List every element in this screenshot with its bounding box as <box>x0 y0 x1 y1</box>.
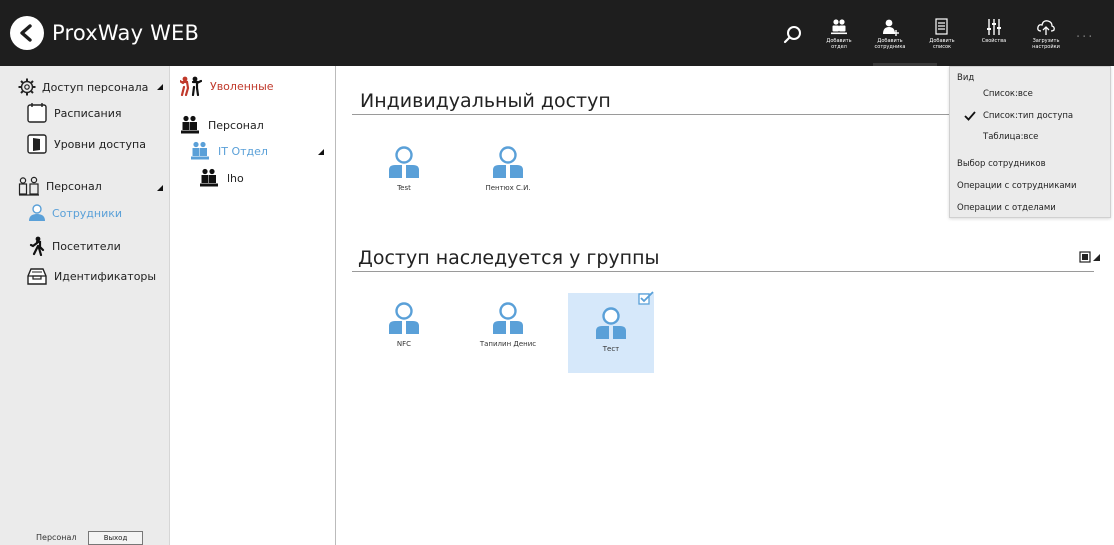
nav-label-identifiers: Идентификаторы <box>54 269 157 283</box>
department-icon <box>191 141 209 160</box>
nav-label-schedules: Расписания <box>54 106 122 120</box>
expand-staff-access-icon[interactable] <box>157 84 163 90</box>
add-employee-button[interactable]: Добавить сотрудника <box>870 18 910 62</box>
person-icon <box>493 302 523 334</box>
expand-it-department-icon[interactable] <box>318 149 324 155</box>
panel-toggle-icon <box>1079 251 1100 263</box>
brand: ProxWay WEB <box>10 16 199 50</box>
group-access-title: Доступ наследуется у группы <box>358 247 660 269</box>
nav-item-schedules[interactable]: Расписания <box>26 102 122 124</box>
back-button[interactable] <box>10 16 44 50</box>
id-tray-icon <box>26 266 48 286</box>
properties-button[interactable]: Свойства <box>974 18 1014 62</box>
nav-label-staff-access: Доступ персонала <box>42 80 149 94</box>
app-window: ProxWay WEB Добавить отдел Добавить сотр… <box>0 0 1114 545</box>
tree-label-fired: Уволенные <box>210 79 274 93</box>
nav-item-access-levels[interactable]: Уровни доступа <box>26 133 146 155</box>
individual-access-divider <box>352 114 952 115</box>
tree-item-lho[interactable]: lho <box>199 168 244 188</box>
tree-item-it-department[interactable]: IT Отдел <box>190 141 268 161</box>
tree-label-personnel: Персонал <box>208 118 264 132</box>
nav-item-visitors[interactable]: Посетители <box>28 236 121 256</box>
department-icon <box>200 168 218 187</box>
person-card[interactable]: Пентюх С.И. <box>465 132 551 212</box>
nav-item-personnel[interactable]: Персонал <box>18 175 102 197</box>
tree-item-personnel[interactable]: Персонал <box>180 115 264 135</box>
group-access-divider <box>352 271 1094 272</box>
menu-employee-operations[interactable]: Операции с сотрудниками <box>957 181 1076 191</box>
properties-label: Свойства <box>981 38 1007 44</box>
add-department-icon <box>831 19 847 35</box>
gear-icon <box>18 78 36 96</box>
department-icon <box>181 115 199 134</box>
menu-select-employees[interactable]: Выбор сотрудников <box>957 159 1046 169</box>
add-employee-icon <box>883 19 899 36</box>
tree-item-fired[interactable]: Уволенные <box>180 76 274 96</box>
checkbox-checked-icon[interactable] <box>638 291 654 305</box>
nav-label-access-levels: Уровни доступа <box>54 137 146 151</box>
calendar-icon <box>26 102 48 124</box>
door-icon <box>26 133 48 155</box>
view-option-list-access-type[interactable]: Список:тип доступа <box>983 111 1073 121</box>
person-name: Тест <box>602 345 620 353</box>
upload-settings-button[interactable]: Загрузить настройки <box>1026 18 1066 62</box>
checkmark-icon <box>964 111 976 121</box>
nav-item-employees[interactable]: Сотрудники <box>28 204 122 222</box>
person-name: Пентюх С.И. <box>485 184 531 192</box>
app-title: ProxWay WEB <box>52 21 200 45</box>
view-menu: Вид Список:все Список:тип доступа Таблиц… <box>949 66 1111 218</box>
view-option-list-all[interactable]: Список:все <box>983 89 1033 99</box>
nav-item-identifiers[interactable]: Идентификаторы <box>26 266 156 286</box>
exit-button[interactable]: Выход <box>88 531 143 545</box>
department-tree <box>170 66 336 545</box>
person-card[interactable]: Тапилин Денис <box>465 288 551 368</box>
top-bar: ProxWay WEB Добавить отдел Добавить сотр… <box>0 0 1114 66</box>
person-icon <box>596 307 626 339</box>
tree-label-it-department: IT Отдел <box>218 144 268 158</box>
add-employee-label: Добавить сотрудника <box>874 38 906 50</box>
view-option-table-all[interactable]: Таблица:все <box>983 132 1038 142</box>
expand-personnel-icon[interactable] <box>157 185 163 191</box>
individual-access-title: Индивидуальный доступ <box>360 90 611 112</box>
person-icon <box>389 302 419 334</box>
upload-cloud-icon <box>1037 20 1055 35</box>
add-list-label: Добавить список <box>929 38 955 50</box>
footer-section-label: Персонал <box>36 533 77 542</box>
nav-label-personnel: Персонал <box>46 179 102 193</box>
person-name: Test <box>397 184 411 192</box>
active-tool-indicator <box>873 63 937 66</box>
collapse-panel-button[interactable] <box>1079 251 1101 263</box>
person-card-selected[interactable]: Тест <box>568 291 654 373</box>
person-card[interactable]: Test <box>361 132 447 212</box>
person-icon <box>493 146 523 178</box>
add-list-icon <box>935 18 948 35</box>
visitor-icon <box>28 236 46 256</box>
more-button[interactable]: ... <box>1076 26 1094 41</box>
add-department-button[interactable]: Добавить отдел <box>819 18 859 62</box>
staff-icon <box>18 175 40 197</box>
nav-label-employees: Сотрудники <box>52 206 123 220</box>
search-icon <box>783 26 801 44</box>
add-list-button[interactable]: Добавить список <box>922 18 962 62</box>
person-name: Тапилин Денис <box>479 340 537 348</box>
person-name: NFC <box>396 340 412 348</box>
view-menu-header: Вид <box>957 73 975 83</box>
search-button[interactable] <box>782 24 804 46</box>
upload-settings-label: Загрузить настройки <box>1032 38 1060 50</box>
employee-icon <box>28 204 46 222</box>
fired-icon <box>180 76 202 96</box>
tree-label-lho: lho <box>227 171 244 185</box>
chevron-left-icon <box>20 24 32 42</box>
menu-department-operations[interactable]: Операции с отделами <box>957 203 1056 213</box>
properties-icon <box>987 19 1001 35</box>
add-department-label: Добавить отдел <box>826 38 852 50</box>
nav-item-staff-access[interactable]: Доступ персонала <box>18 78 148 96</box>
nav-label-visitors: Посетители <box>52 239 121 253</box>
person-icon <box>389 146 419 178</box>
person-card[interactable]: NFC <box>361 288 447 368</box>
